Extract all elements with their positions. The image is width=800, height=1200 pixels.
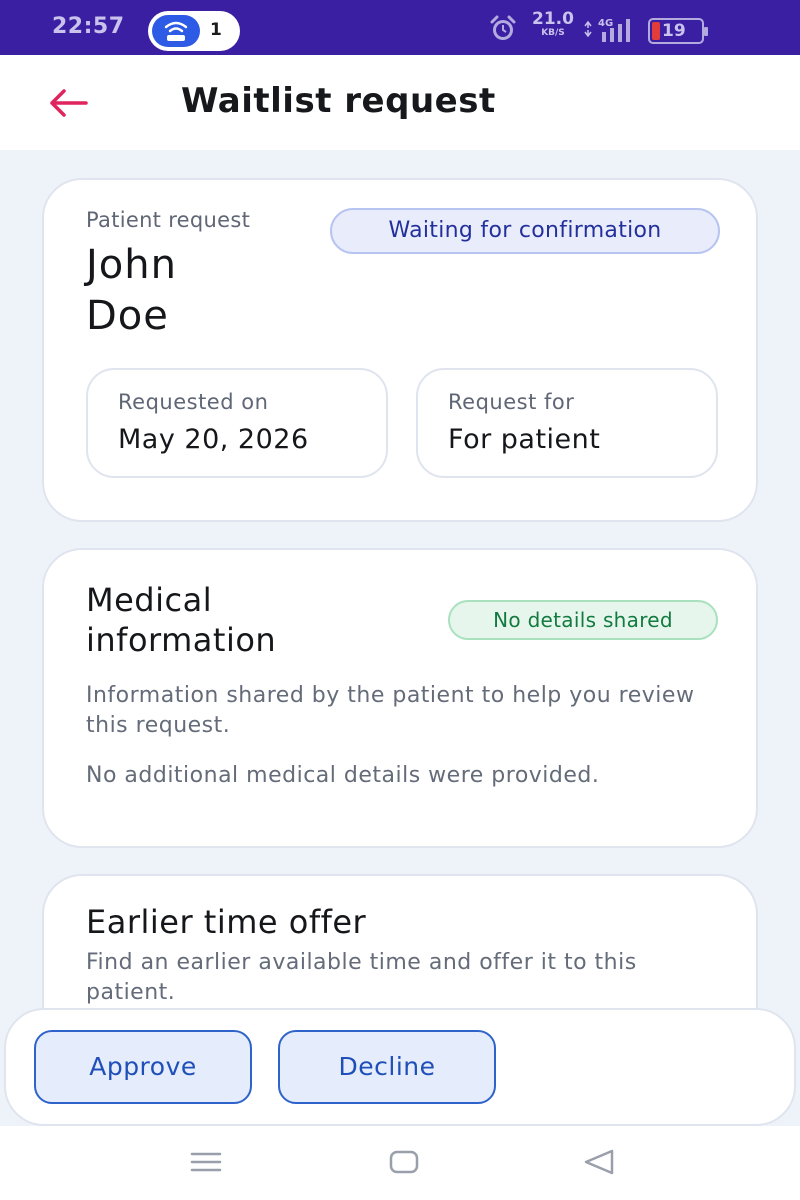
status-time: 22:57: [52, 14, 125, 39]
decline-button[interactable]: Decline: [278, 1030, 496, 1104]
patient-name: John Doe: [86, 240, 177, 342]
arrow-left-icon: [50, 89, 88, 117]
status-badge: Waiting for confirmation: [330, 208, 720, 254]
battery-nub: [704, 27, 708, 36]
battery-level: 19: [662, 21, 686, 41]
patient-request-label: Patient request: [86, 208, 251, 232]
action-bar: Approve Decline: [4, 1008, 796, 1126]
request-for-value: For patient: [448, 424, 601, 455]
hotspot-indicator: 1: [148, 11, 240, 51]
requested-on-label: Requested on: [118, 390, 269, 414]
earlier-time-offer-description: Find an earlier available time and offer…: [86, 950, 637, 1005]
battery-icon: 19: [648, 18, 708, 44]
system-nav-bar: [0, 1126, 800, 1200]
request-summary-card: Patient request John Doe Waiting for con…: [42, 178, 758, 522]
battery-fill: [652, 22, 660, 40]
medical-heading-line2: information: [86, 621, 277, 659]
medical-description: Information shared by the patient to hel…: [86, 683, 695, 738]
network-type-label: 4G: [598, 18, 613, 29]
requested-on-value: May 20, 2026: [118, 424, 309, 455]
home-icon[interactable]: [384, 1146, 424, 1178]
medical-information-card: Medical information No details shared In…: [42, 548, 758, 848]
medical-information-heading: Medical information: [86, 580, 276, 660]
no-details-badge: No details shared: [448, 600, 718, 640]
network-speed-value: 21.0: [532, 9, 574, 29]
back-triangle-icon[interactable]: [580, 1146, 620, 1178]
requested-on-box: Requested on May 20, 2026: [86, 368, 388, 478]
medical-heading-line1: Medical: [86, 581, 213, 619]
page-title: Waitlist request: [181, 81, 496, 121]
patient-last-name: Doe: [86, 293, 169, 339]
approve-button[interactable]: Approve: [34, 1030, 252, 1104]
network-speed-unit: KB/S: [541, 28, 565, 38]
patient-first-name: John: [86, 242, 177, 288]
back-button[interactable]: [40, 79, 96, 127]
earlier-time-offer-heading: Earlier time offer: [86, 903, 367, 941]
medical-empty-text: No additional medical details were provi…: [86, 763, 600, 788]
app-header: Waitlist request: [0, 55, 800, 150]
request-for-label: Request for: [448, 390, 575, 414]
hotspot-count: 1: [210, 20, 222, 40]
wifi-hotspot-icon: [152, 15, 200, 47]
status-bar: 22:57 1 21.0 KB/S 4G 19: [0, 0, 800, 55]
request-for-box: Request for For patient: [416, 368, 718, 478]
signal-icon: 4G: [582, 14, 642, 48]
alarm-icon: [488, 14, 518, 48]
menu-icon[interactable]: [186, 1146, 226, 1178]
network-speed: 21.0 KB/S: [528, 10, 578, 38]
